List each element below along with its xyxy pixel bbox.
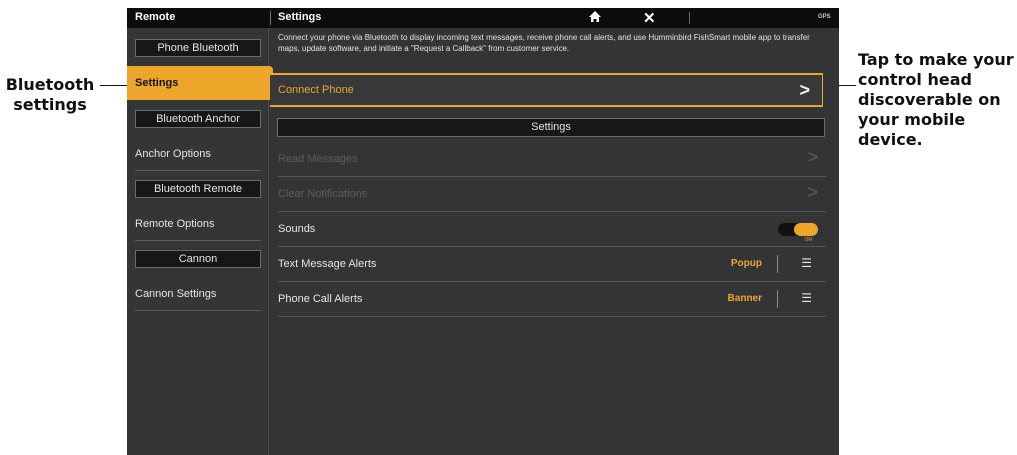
sounds-label: Sounds [278, 223, 316, 235]
sidebar-header-bluetooth-anchor: Bluetooth Anchor [135, 110, 261, 128]
toggle-knob [794, 223, 818, 236]
divider [135, 240, 261, 241]
sidebar-item-settings[interactable]: Settings [127, 66, 273, 100]
chevron-right-icon: > [807, 147, 818, 167]
sidebar-item-label: Settings [135, 77, 179, 89]
callout-connect-phone: Tap to make your control head discoverab… [858, 50, 1014, 149]
menu-list-icon[interactable]: ☰ [801, 291, 812, 305]
sidebar-item-label: Remote Options [135, 218, 215, 230]
close-icon[interactable]: ✕ [643, 9, 656, 27]
chevron-right-icon: > [799, 80, 810, 100]
top-bar: Remote Settings ✕ GPS [127, 8, 839, 28]
callout-leader-left [100, 85, 128, 86]
chevron-right-icon: > [807, 182, 818, 202]
divider [135, 310, 261, 311]
gps-status: GPS [818, 14, 831, 20]
sidebar-item-cannon-settings[interactable]: Cannon Settings [127, 277, 269, 311]
text-message-alerts-value: Popup [730, 258, 762, 269]
text-message-alerts-label: Text Message Alerts [278, 258, 377, 270]
value-divider [777, 255, 778, 273]
sounds-row: Sounds ON [270, 212, 830, 247]
sidebar-header-bluetooth-remote: Bluetooth Remote [135, 180, 261, 198]
divider [135, 170, 261, 171]
text-message-alerts-row[interactable]: Text Message Alerts Popup ☰ [270, 247, 830, 282]
callout-bluetooth-settings: Bluetooth settings [5, 75, 95, 114]
clear-notifications-row: Clear Notifications > [270, 177, 830, 212]
read-messages-row: Read Messages > [270, 142, 830, 177]
connect-phone-label: Connect Phone [278, 84, 354, 96]
sidebar-header-phone-bluetooth: Phone Bluetooth [135, 39, 261, 57]
status-divider [689, 12, 690, 24]
read-messages-label: Read Messages [278, 153, 358, 165]
control-head-screen: Remote Settings ✕ GPS Phone Bluetooth Se… [127, 8, 839, 455]
sidebar-header-cannon: Cannon [135, 250, 261, 268]
menu-list-icon[interactable]: ☰ [801, 256, 812, 270]
phone-call-alerts-row[interactable]: Phone Call Alerts Banner ☰ [270, 282, 830, 317]
phone-call-alerts-label: Phone Call Alerts [278, 293, 363, 305]
connect-phone-button[interactable]: Connect Phone > [270, 73, 823, 107]
clear-notifications-label: Clear Notifications [278, 188, 368, 200]
value-divider [777, 290, 778, 308]
phone-call-alerts-value: Banner [727, 293, 762, 304]
section-header-settings: Settings [277, 118, 825, 137]
divider [278, 316, 826, 317]
sidebar-title: Remote [135, 11, 176, 23]
sidebar-item-label: Cannon Settings [135, 288, 217, 300]
settings-panel: Connect your phone via Bluetooth to disp… [270, 28, 839, 455]
sidebar-item-remote-options[interactable]: Remote Options [127, 207, 269, 241]
home-icon[interactable] [588, 10, 602, 26]
sidebar: Phone Bluetooth Settings Bluetooth Ancho… [127, 28, 273, 455]
title-divider [270, 11, 271, 25]
page-title: Settings [278, 11, 322, 23]
toggle-on-label: ON [804, 237, 813, 243]
sidebar-item-anchor-options[interactable]: Anchor Options [127, 137, 269, 171]
sidebar-item-label: Anchor Options [135, 148, 211, 160]
sounds-toggle[interactable]: ON [778, 223, 818, 243]
intro-text: Connect your phone via Bluetooth to disp… [278, 33, 810, 53]
